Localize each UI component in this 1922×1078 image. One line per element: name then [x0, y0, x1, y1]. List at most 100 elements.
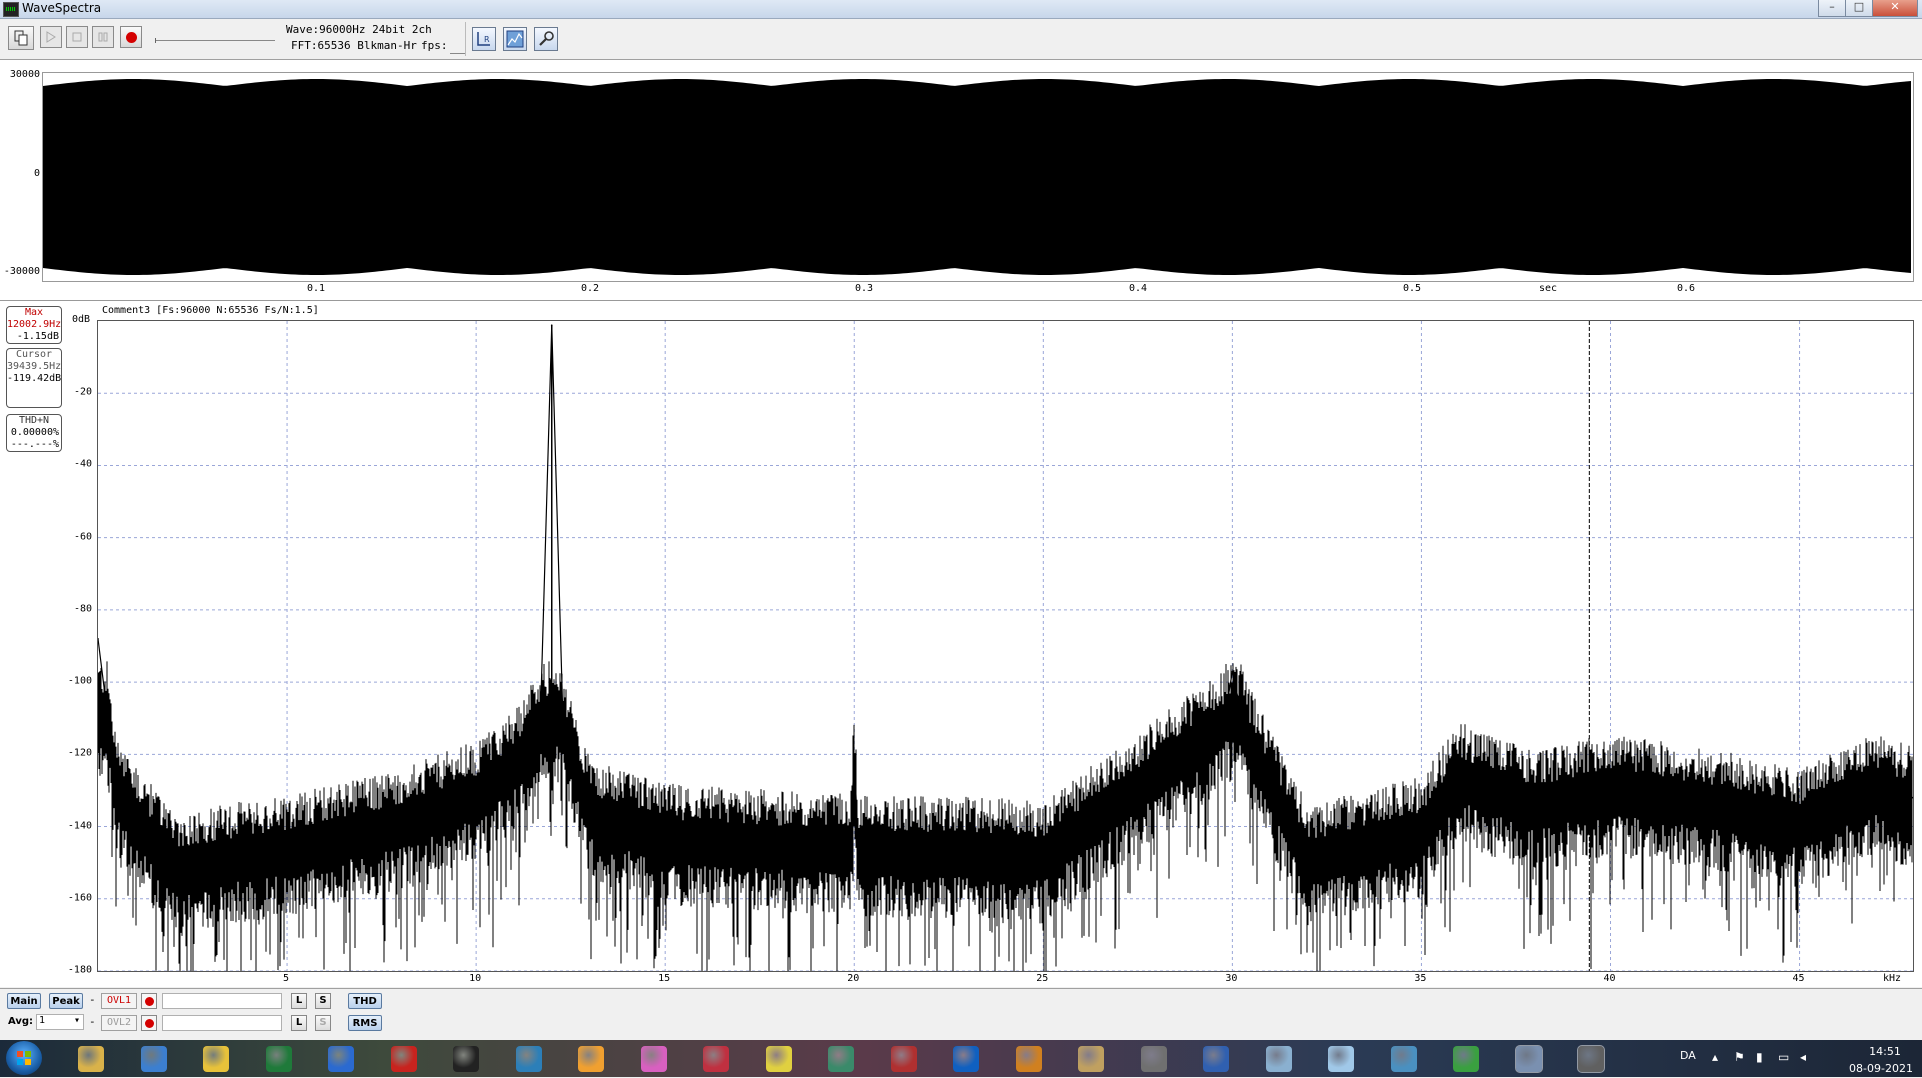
peak-button[interactable]: Peak — [49, 993, 83, 1009]
left-channel-button[interactable]: L — [291, 993, 307, 1009]
orchid-icon[interactable] — [640, 1046, 667, 1072]
spectrum-data-point — [116, 789, 118, 792]
wave-y-label-top: 30000 — [9, 69, 40, 80]
flag-icon[interactable]: ⚑ — [1734, 1050, 1745, 1064]
spectrum-data-point — [1004, 847, 1007, 850]
spectrum-x-tick-label: 5 — [283, 973, 290, 984]
spectrum-y-tick-label: -160 — [67, 892, 92, 904]
spectrum-x-tick-label: 40 — [1603, 973, 1616, 984]
spectrum-data-point — [849, 843, 852, 846]
spectrum-data-point — [1231, 670, 1234, 673]
stereo-button[interactable]: S — [315, 993, 331, 1009]
language-indicator[interactable]: DA — [1680, 1049, 1696, 1062]
stop-button[interactable] — [66, 26, 88, 48]
flower-icon[interactable] — [578, 1046, 604, 1072]
spectrum-data-point — [286, 843, 288, 846]
chrome-icon[interactable] — [203, 1046, 229, 1072]
network-icon[interactable] — [1514, 1045, 1543, 1073]
ch1-level-field — [162, 993, 282, 1009]
spectrum-data-point — [1307, 854, 1309, 857]
ovl1-separator: - — [89, 993, 96, 1006]
spectrum-data-point — [399, 818, 402, 821]
antenna-icon[interactable] — [890, 1046, 917, 1072]
tray-expand-icon[interactable]: ▴ — [1712, 1050, 1718, 1064]
calculator-icon[interactable] — [1265, 1046, 1292, 1072]
channel-select-button[interactable]: R — [472, 27, 496, 51]
app-circle-icon[interactable] — [453, 1046, 479, 1072]
feather-icon[interactable] — [515, 1046, 542, 1072]
e-icon[interactable] — [1203, 1046, 1229, 1072]
left-channel-button-2[interactable]: L — [291, 1015, 307, 1031]
max-readout-title: Max — [24, 307, 44, 318]
avg-select[interactable]: 1 ▾ — [36, 1014, 84, 1030]
close-button[interactable]: ✕ — [1872, 0, 1918, 17]
volume-slider[interactable] — [155, 38, 275, 43]
fft-info: FFT:65536 Blkman-Hr — [291, 39, 417, 52]
spectrum-data-point — [1534, 800, 1536, 803]
open-file-button[interactable] — [8, 26, 34, 50]
spectrum-data-point — [588, 807, 591, 810]
thd-readout-value: 0.00000% — [10, 427, 59, 438]
waveform-plot[interactable] — [42, 72, 1914, 282]
screen-icon[interactable] — [1390, 1046, 1417, 1072]
wrench-icon — [539, 31, 554, 46]
spectrum-y-tick-label: -140 — [67, 820, 92, 832]
spectrum-chart — [97, 321, 1914, 972]
thd-button[interactable]: THD — [348, 993, 382, 1009]
spectrum-data-point — [97, 637, 99, 640]
player-icon[interactable] — [953, 1046, 979, 1072]
toolbar-divider — [465, 22, 466, 56]
spectrum-data-point — [664, 832, 666, 835]
wave-x-label: 0.3 — [854, 283, 874, 294]
network-tray-icon[interactable]: ▭ — [1778, 1050, 1789, 1064]
fps-label: fps: — [421, 39, 448, 52]
max-readout-level: -1.15dB — [16, 331, 59, 342]
outlook-icon[interactable] — [140, 1046, 167, 1072]
spectrum-header: Comment3 [Fs:96000 N:65536 Fs/N:1.5] — [102, 305, 319, 316]
coil-icon[interactable] — [1140, 1046, 1167, 1072]
spectrum-noise-floor — [97, 661, 1913, 971]
schematic-icon[interactable] — [1078, 1046, 1104, 1072]
wavespectra-icon[interactable] — [1577, 1045, 1605, 1073]
settings-button[interactable] — [534, 27, 558, 51]
tool-icon[interactable] — [703, 1046, 729, 1072]
pause-icon — [98, 32, 108, 42]
spectrum-data-point — [1420, 825, 1423, 828]
play-button[interactable] — [40, 26, 62, 48]
spectrum-data-point — [1874, 782, 1876, 785]
color-icon[interactable] — [1015, 1046, 1042, 1072]
spectrum-data-point — [1224, 717, 1226, 720]
stereo-button-2[interactable]: S — [315, 1015, 331, 1031]
explorer-icon[interactable] — [78, 1046, 104, 1072]
battery-icon[interactable]: ▮ — [1756, 1050, 1763, 1064]
spectrum-plot[interactable] — [97, 320, 1914, 972]
spectrum-settings-button[interactable] — [503, 27, 527, 51]
green-app-icon[interactable] — [1453, 1046, 1479, 1072]
record-ch1-button[interactable] — [141, 993, 157, 1009]
excel-icon[interactable] — [265, 1046, 292, 1072]
note-icon[interactable] — [1328, 1046, 1354, 1072]
bulb-icon[interactable] — [765, 1046, 792, 1072]
volume-icon[interactable]: ◂ — [1800, 1050, 1806, 1064]
acrobat-icon[interactable] — [390, 1046, 417, 1072]
terminal-icon[interactable] — [828, 1046, 854, 1072]
spectrum-x-tick-label: 30 — [1225, 973, 1238, 984]
wave-x-label: 0.2 — [580, 283, 600, 294]
wave-x-unit: sec — [1538, 283, 1558, 294]
spectrum-data-point — [857, 843, 859, 846]
maximize-button[interactable]: □ — [1845, 0, 1873, 17]
minimize-button[interactable]: – — [1818, 0, 1846, 17]
window-title: WaveSpectra — [22, 1, 102, 15]
word-icon[interactable] — [328, 1046, 354, 1072]
clock-time[interactable]: 14:51 — [1850, 1045, 1920, 1058]
spectrum-x-tick-label: 10 — [469, 973, 482, 984]
pause-button[interactable] — [92, 26, 114, 48]
record-ch2-button[interactable] — [141, 1015, 157, 1031]
clock-date[interactable]: 08-09-2021 — [1840, 1062, 1922, 1075]
main-button[interactable]: Main — [7, 993, 41, 1009]
waveform-signal — [43, 79, 1911, 275]
rms-button[interactable]: RMS — [348, 1015, 382, 1031]
record-button[interactable] — [120, 26, 142, 48]
wavespectra-app-icon — [3, 2, 19, 17]
start-button[interactable] — [6, 1041, 42, 1075]
